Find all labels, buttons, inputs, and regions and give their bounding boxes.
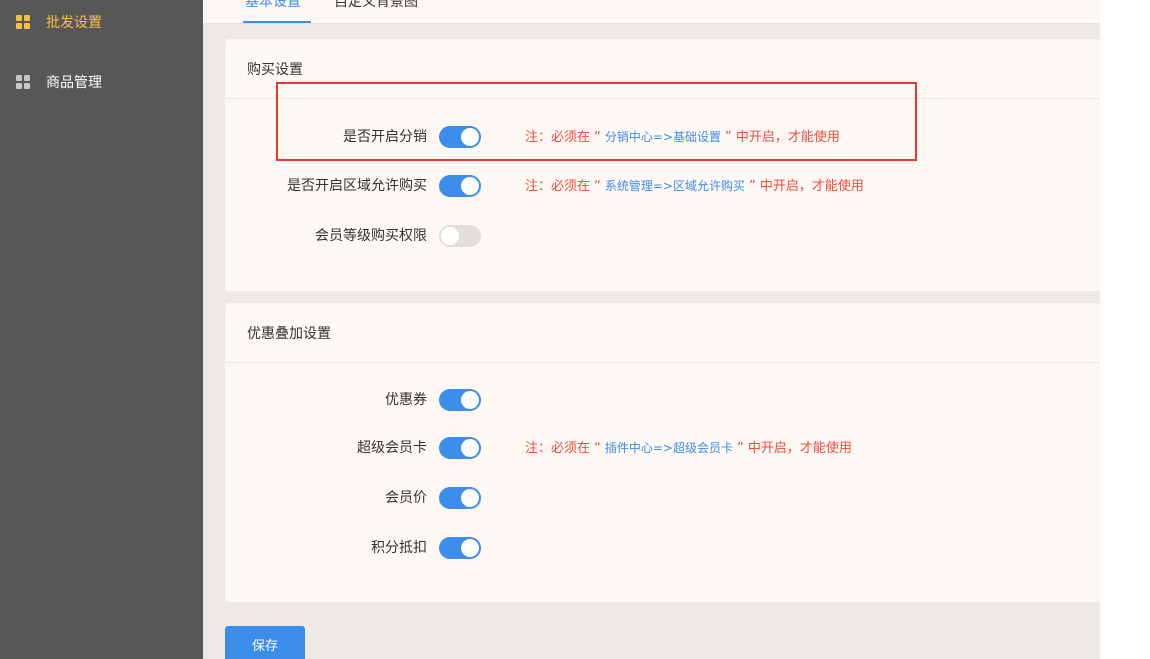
setting-label: 是否开启区域允许购买: [287, 178, 427, 194]
super-member-card-toggle[interactable]: [439, 437, 481, 459]
setting-row-distribution: 是否开启分销 注：必须在 “分销中心=>基础设置 ” 中开启，才能使用: [225, 122, 1100, 152]
setting-row-super-member-card: 超级会员卡 注：必须在 “插件中心=>超级会员卡 ” 中开启，才能使用: [225, 433, 1100, 463]
note-suffix: ” 中开启，才能使用: [749, 179, 864, 194]
setting-label: 会员价: [385, 490, 427, 506]
setting-row-region-purchase: 是否开启区域允许购买 注：必须在 “系统管理=>区域允许购买 ” 中开启，才能使用: [225, 171, 1100, 201]
setting-label: 会员等级购买权限: [315, 228, 427, 244]
setting-row-member-price: 会员价: [225, 483, 1100, 513]
grid-icon: [16, 75, 30, 89]
card-title-discount: 优惠叠加设置: [225, 303, 1100, 363]
setting-note: 注：必须在 “分销中心=>基础设置 ” 中开启，才能使用: [525, 122, 840, 152]
tab-custom-background[interactable]: 自定义背景图: [334, 0, 418, 11]
main-content: 基本设置 自定义背景图 购买设置 是否开启分销 注：必须在 “分销中心=>基础设…: [203, 0, 1100, 659]
note-prefix: 注：必须在 “: [525, 130, 601, 145]
note-prefix: 注：必须在 “: [525, 179, 601, 194]
note-path: 分销中心=>基础设置: [604, 130, 721, 144]
setting-row-coupon: 优惠券: [225, 385, 1100, 415]
card-title-purchase: 购买设置: [225, 39, 1100, 99]
discount-stacking-card: 优惠叠加设置 优惠券 超级会员卡 注：必须在 “插件中心=>超级会员卡 ” 中开启…: [225, 303, 1100, 602]
sidebar: 批发设置 商品管理: [0, 0, 203, 659]
tab-bar: 基本设置 自定义背景图: [203, 0, 1100, 24]
sidebar-item-wholesale-settings[interactable]: 批发设置: [0, 2, 203, 42]
coupon-toggle[interactable]: [439, 389, 481, 411]
grid-icon: [16, 15, 30, 29]
sidebar-item-product-management[interactable]: 商品管理: [0, 62, 203, 102]
member-price-toggle[interactable]: [439, 487, 481, 509]
active-tab-indicator: [243, 21, 311, 23]
points-deduction-toggle[interactable]: [439, 537, 481, 559]
setting-row-member-level: 会员等级购买权限: [225, 221, 1100, 251]
setting-label: 优惠券: [385, 392, 427, 408]
sidebar-item-label: 批发设置: [46, 15, 102, 31]
setting-row-points-deduction: 积分抵扣: [225, 533, 1100, 563]
setting-note: 注：必须在 “系统管理=>区域允许购买 ” 中开启，才能使用: [525, 171, 864, 201]
setting-label: 积分抵扣: [371, 540, 427, 556]
sidebar-item-label: 商品管理: [46, 75, 102, 91]
tab-basic-settings[interactable]: 基本设置: [245, 0, 301, 11]
save-button[interactable]: 保存: [225, 626, 305, 659]
note-path: 插件中心=>超级会员卡: [604, 441, 733, 455]
note-suffix: ” 中开启，才能使用: [737, 441, 852, 456]
region-purchase-toggle[interactable]: [439, 175, 481, 197]
distribution-toggle[interactable]: [439, 126, 481, 148]
purchase-settings-card: 购买设置 是否开启分销 注：必须在 “分销中心=>基础设置” 中开启，才能使用 …: [225, 39, 1100, 291]
note-path: 系统管理=>区域允许购买: [604, 179, 745, 193]
member-level-toggle[interactable]: [439, 225, 481, 247]
right-blank-area: [1100, 0, 1150, 659]
setting-note: 注：必须在 “插件中心=>超级会员卡 ” 中开启，才能使用: [525, 433, 852, 463]
note-prefix: 注：必须在 “: [525, 441, 601, 456]
note-suffix: ” 中开启，才能使用: [725, 130, 840, 145]
setting-label: 超级会员卡: [357, 440, 427, 456]
setting-label: 是否开启分销: [343, 129, 427, 145]
